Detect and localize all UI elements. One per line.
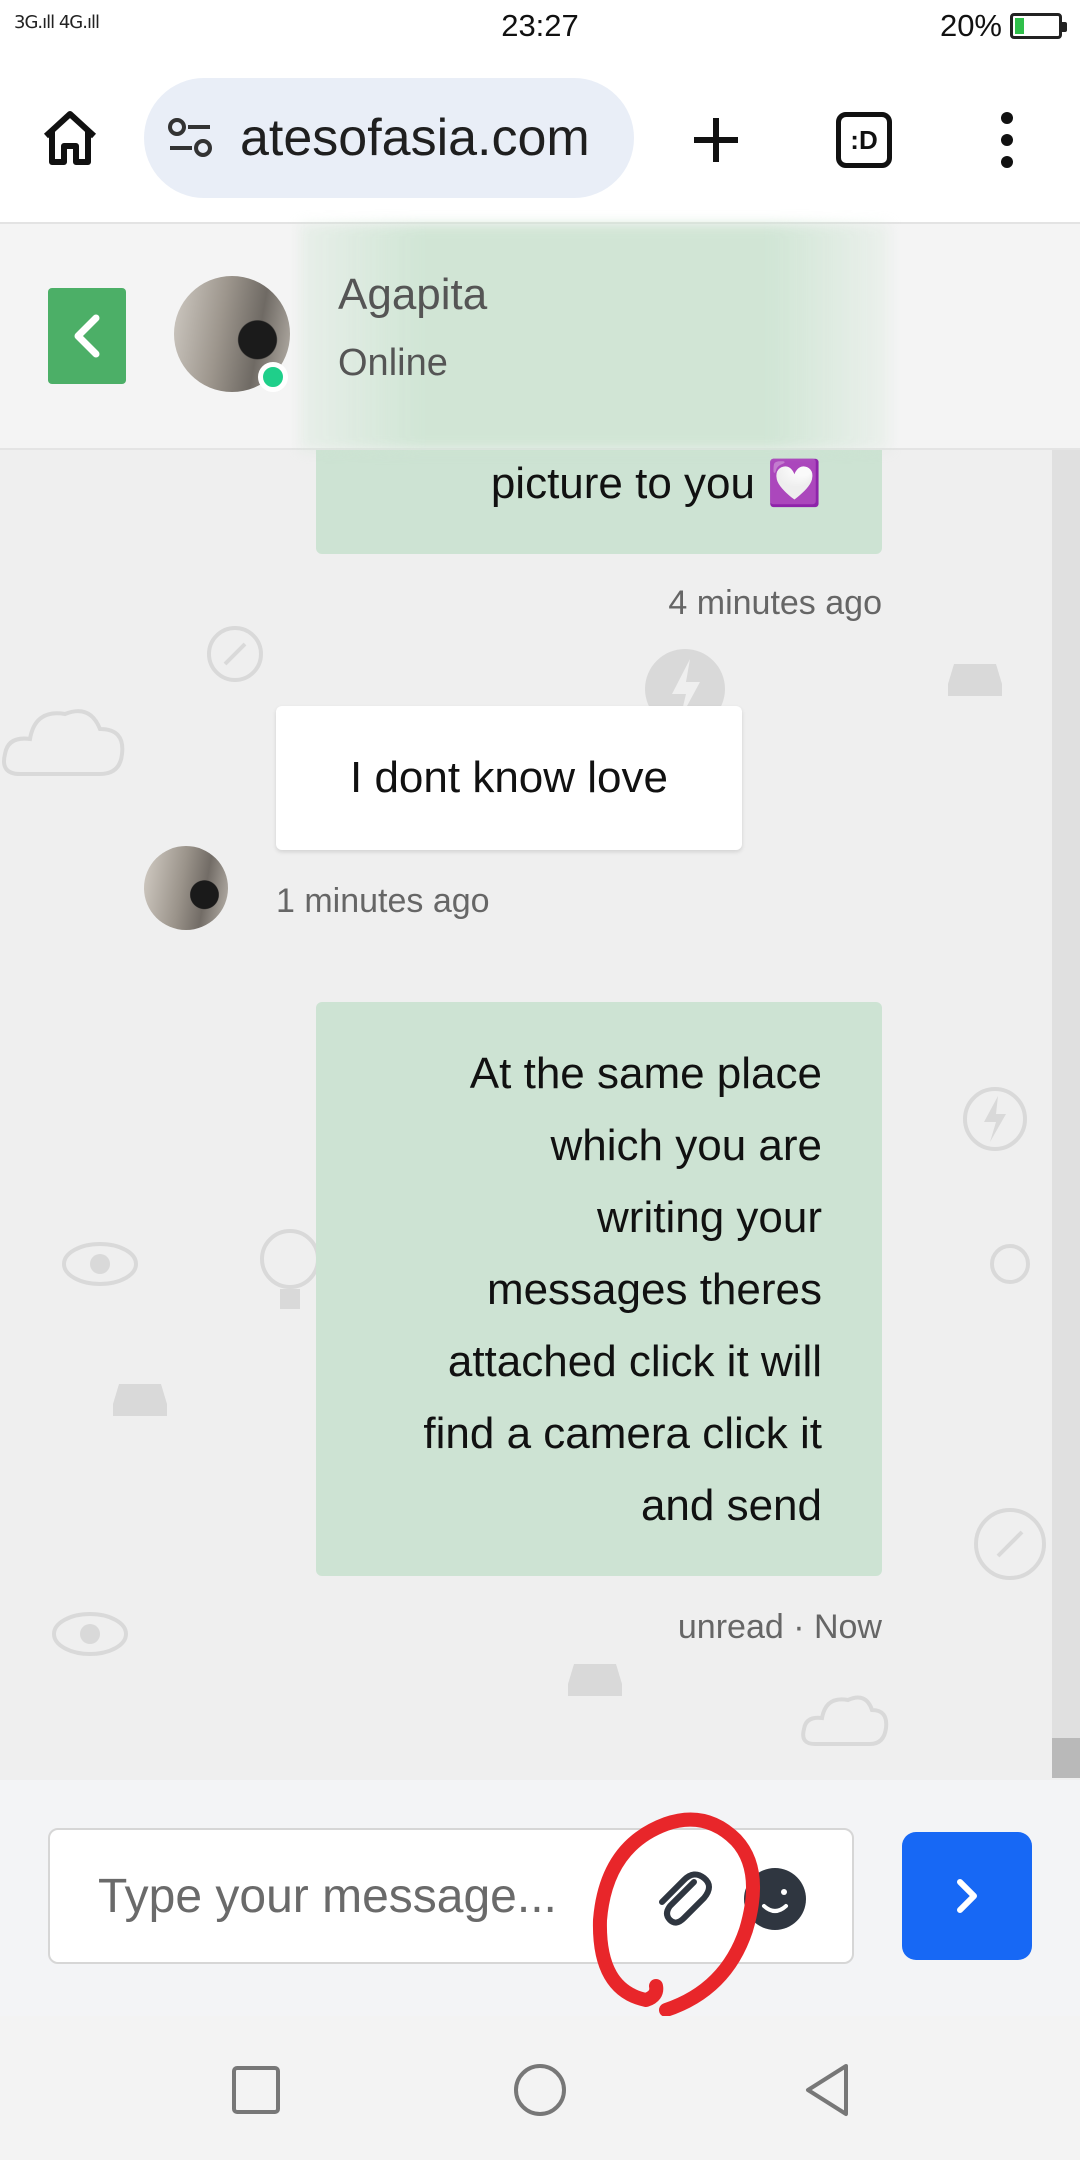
message-status: unread · Now bbox=[677, 1608, 882, 1646]
chevron-right-icon bbox=[957, 1879, 977, 1913]
battery-percent: 20% bbox=[939, 8, 1002, 43]
car-doodle-icon bbox=[113, 1384, 167, 1416]
plus-icon[interactable] bbox=[688, 112, 744, 168]
message-text: I dont know love bbox=[350, 753, 668, 802]
message-input[interactable] bbox=[98, 1830, 618, 1962]
back-nav-icon[interactable] bbox=[800, 2062, 856, 2118]
message-box bbox=[48, 1828, 854, 1964]
address-bar[interactable]: atesofasia.com bbox=[144, 78, 634, 198]
plug-doodle-icon bbox=[207, 626, 263, 682]
chat-scrollbar[interactable] bbox=[1052, 226, 1080, 1778]
browser-toolbar: atesofasia.com :D bbox=[0, 56, 1080, 224]
cloud-doodle-icon bbox=[801, 1695, 889, 1746]
sun-doodle-icon bbox=[990, 1244, 1030, 1284]
chat-scrollbar-thumb[interactable] bbox=[1052, 1738, 1080, 1778]
eye-doodle-icon bbox=[62, 1242, 138, 1286]
message-timestamp: 4 minutes ago bbox=[668, 584, 882, 622]
battery-fill bbox=[1015, 18, 1025, 34]
paperclip-icon[interactable] bbox=[642, 1860, 722, 1940]
online-indicator bbox=[258, 362, 288, 392]
status-bar: 3G.ıll 4G.ıll 23:27 20% bbox=[0, 0, 1080, 56]
outgoing-message: At the same place which you are writing … bbox=[316, 1002, 882, 1576]
emoji-icon[interactable] bbox=[744, 1868, 806, 1930]
bolt-doodle-icon bbox=[963, 1087, 1027, 1151]
tab-switcher-button[interactable]: :D bbox=[836, 112, 892, 168]
message-text: picture to you 💟 bbox=[490, 459, 822, 508]
home-icon[interactable] bbox=[38, 106, 102, 170]
contact-status: Online bbox=[338, 342, 448, 384]
composer-bar bbox=[0, 1780, 1080, 2016]
chat-header: Agapita Online bbox=[0, 224, 1080, 450]
incoming-message: I dont know love bbox=[276, 706, 742, 850]
recents-icon[interactable] bbox=[228, 2062, 284, 2118]
message-timestamp: 1 minutes ago bbox=[276, 882, 490, 920]
url-text: atesofasia.com bbox=[240, 109, 590, 167]
contact-name[interactable]: Agapita bbox=[338, 270, 487, 320]
message-line: writing your bbox=[597, 1193, 822, 1242]
more-vert-icon[interactable] bbox=[990, 108, 1024, 172]
message-line: messages theres bbox=[486, 1265, 822, 1314]
message-line: attached click it will bbox=[447, 1337, 822, 1386]
eye-doodle-icon bbox=[52, 1612, 128, 1656]
message-line: find a camera click it bbox=[423, 1409, 822, 1458]
message-line: and send bbox=[640, 1481, 822, 1530]
clock: 23:27 bbox=[501, 8, 579, 43]
home-nav-icon[interactable] bbox=[512, 2062, 568, 2118]
cloud-doodle-icon bbox=[2, 709, 125, 776]
message-line: which you are bbox=[550, 1121, 822, 1170]
battery: 20% bbox=[939, 8, 1067, 44]
message-line: At the same place bbox=[469, 1049, 822, 1098]
car-doodle-icon bbox=[948, 664, 1002, 696]
back-button[interactable] bbox=[48, 288, 126, 384]
tune-icon[interactable] bbox=[164, 112, 216, 164]
car-doodle-icon bbox=[568, 1664, 622, 1696]
system-nav-bar bbox=[0, 2016, 1080, 2160]
send-button[interactable] bbox=[902, 1832, 1032, 1960]
blurred-overlay bbox=[300, 224, 890, 450]
battery-icon bbox=[1010, 13, 1067, 39]
plug-doodle-icon bbox=[974, 1508, 1046, 1580]
sender-avatar[interactable] bbox=[144, 846, 228, 930]
chevron-left-icon bbox=[74, 314, 100, 358]
emoji-face-icon bbox=[762, 1889, 788, 1913]
